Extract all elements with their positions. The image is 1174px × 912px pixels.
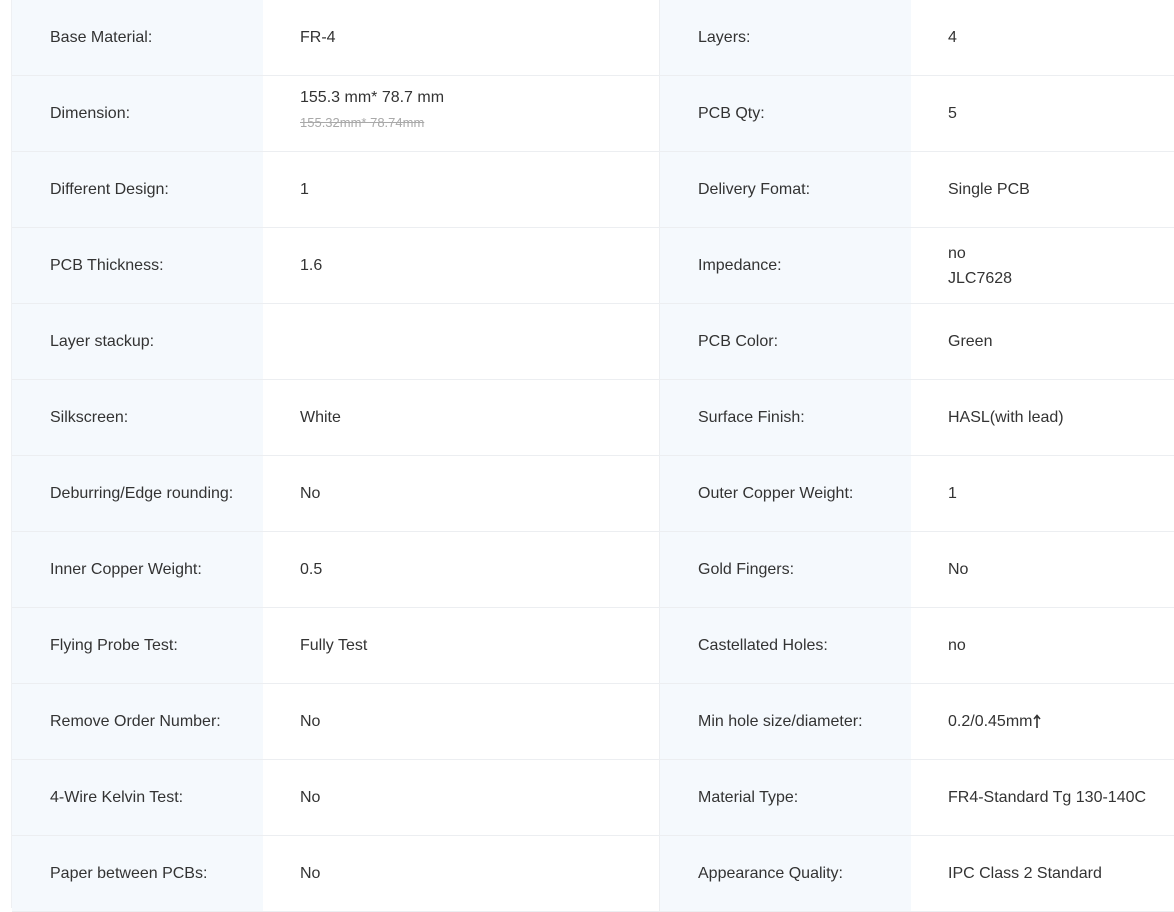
pcb-color-value: Green [911, 304, 1174, 379]
dimension-label: Dimension: [12, 76, 263, 151]
pcb-qty-label: PCB Qty: [660, 76, 911, 151]
spec-row: Flying Probe Test: Fully Test Castellate… [12, 608, 1174, 684]
pcb-color-label: PCB Color: [660, 304, 911, 379]
min-hole-size-label: Min hole size/diameter: [660, 684, 911, 759]
silkscreen-value: White [263, 380, 660, 455]
outer-copper-weight-label: Outer Copper Weight: [660, 456, 911, 531]
castellated-holes-value: no [911, 608, 1174, 683]
impedance-value: no [948, 244, 966, 262]
material-type-label: Material Type: [660, 760, 911, 835]
layers-value: 4 [911, 0, 1174, 75]
dimension-original-value: 155.32mm* 78.74mm [300, 114, 425, 130]
different-design-value: 1 [263, 152, 660, 227]
base-material-label: Base Material: [12, 0, 263, 75]
delivery-format-value: Single PCB [911, 152, 1174, 227]
paper-between-pcbs-value: No [263, 836, 660, 911]
outer-copper-weight-value: 1 [911, 456, 1174, 531]
appearance-quality-value: IPC Class 2 Standard [911, 836, 1174, 911]
spec-row: Different Design: 1 Delivery Fomat: Sing… [12, 152, 1174, 228]
surface-finish-label: Surface Finish: [660, 380, 911, 455]
pcb-spec-table: Base Material: FR-4 Layers: 4 Dimension:… [11, 0, 1174, 912]
four-wire-kelvin-value: No [263, 760, 660, 835]
remove-order-number-value: No [263, 684, 660, 759]
delivery-format-label: Delivery Fomat: [660, 152, 911, 227]
pcb-thickness-label: PCB Thickness: [12, 228, 263, 303]
spec-row: Layer stackup: PCB Color: Green [12, 304, 1174, 380]
spec-row: Deburring/Edge rounding: No Outer Copper… [12, 456, 1174, 532]
inner-copper-weight-label: Inner Copper Weight: [12, 532, 263, 607]
pcb-qty-value: 5 [911, 76, 1174, 151]
flying-probe-test-value: Fully Test [263, 608, 660, 683]
dimension-value-cell: 155.3 mm* 78.7 mm 155.32mm* 78.74mm [263, 76, 660, 151]
spec-row: Remove Order Number: No Min hole size/di… [12, 684, 1174, 760]
dimension-value: 155.3 mm* 78.7 mm [300, 88, 445, 106]
remove-order-number-label: Remove Order Number: [12, 684, 263, 759]
spec-row: PCB Thickness: 1.6 Impedance: no JLC7628 [12, 228, 1174, 304]
inner-copper-weight-value: 0.5 [263, 532, 660, 607]
impedance-value-cell: no JLC7628 [911, 228, 1174, 303]
spec-row: Dimension: 155.3 mm* 78.7 mm 155.32mm* 7… [12, 76, 1174, 152]
paper-between-pcbs-label: Paper between PCBs: [12, 836, 263, 911]
gold-fingers-value: No [911, 532, 1174, 607]
four-wire-kelvin-label: 4-Wire Kelvin Test: [12, 760, 263, 835]
pcb-thickness-value: 1.6 [263, 228, 660, 303]
silkscreen-label: Silkscreen: [12, 380, 263, 455]
spec-row: 4-Wire Kelvin Test: No Material Type: FR… [12, 760, 1174, 836]
base-material-value: FR-4 [263, 0, 660, 75]
castellated-holes-label: Castellated Holes: [660, 608, 911, 683]
min-hole-size-value: 0.2/0.45mm [948, 713, 1033, 730]
material-type-value: FR4-Standard Tg 130-140C [911, 760, 1174, 835]
deburring-label: Deburring/Edge rounding: [12, 456, 263, 531]
spec-row: Silkscreen: White Surface Finish: HASL(w… [12, 380, 1174, 456]
impedance-label: Impedance: [660, 228, 911, 303]
different-design-label: Different Design: [12, 152, 263, 227]
spec-row: Paper between PCBs: No Appearance Qualit… [12, 836, 1174, 912]
layer-stackup-label: Layer stackup: [12, 304, 263, 379]
arrow-up-icon [1033, 712, 1042, 728]
surface-finish-value: HASL(with lead) [911, 380, 1174, 455]
deburring-value: No [263, 456, 660, 531]
spec-row: Base Material: FR-4 Layers: 4 [12, 0, 1174, 76]
spec-row: Inner Copper Weight: 0.5 Gold Fingers: N… [12, 532, 1174, 608]
min-hole-size-value-cell: 0.2/0.45mm [911, 684, 1174, 759]
layer-stackup-value [263, 304, 660, 379]
gold-fingers-label: Gold Fingers: [660, 532, 911, 607]
impedance-stackup-code: JLC7628 [948, 269, 1013, 287]
appearance-quality-label: Appearance Quality: [660, 836, 911, 911]
flying-probe-test-label: Flying Probe Test: [12, 608, 263, 683]
layers-label: Layers: [660, 0, 911, 75]
